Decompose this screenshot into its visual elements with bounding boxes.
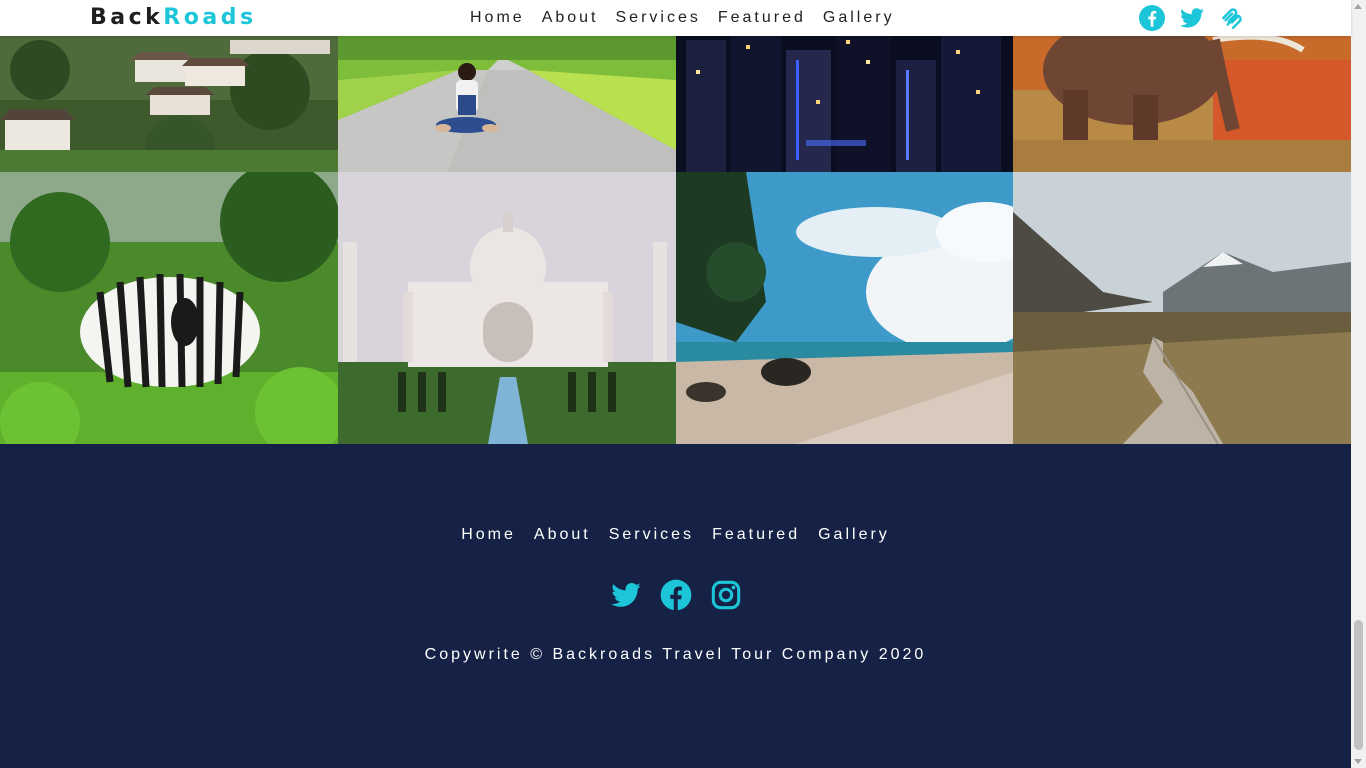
scrollbar-thumb[interactable]: [1354, 620, 1363, 750]
gallery-tile-mountain-boardwalk[interactable]: [1013, 172, 1351, 444]
brand-part2: Roads: [163, 5, 257, 30]
gallery-tile-beach[interactable]: [676, 172, 1013, 444]
twitter-icon[interactable]: [610, 579, 642, 613]
twitter-icon[interactable]: [1179, 5, 1205, 31]
footer-link-services[interactable]: Services: [609, 526, 694, 550]
gallery: [0, 0, 1351, 444]
scroll-up-arrow-icon[interactable]: [1354, 4, 1362, 9]
nav-link-about[interactable]: About: [542, 9, 599, 27]
nav-link-services[interactable]: Services: [616, 9, 701, 27]
brand-logo[interactable]: BackRoads: [90, 4, 257, 32]
navbar: BackRoads Home About Services Featured G…: [0, 0, 1351, 36]
nav-link-featured[interactable]: Featured: [718, 9, 806, 27]
instagram-icon[interactable]: [710, 579, 742, 613]
nav-links: Home About Services Featured Gallery: [470, 0, 895, 36]
footer: Home About Services Featured Gallery Cop…: [0, 444, 1351, 768]
nav-link-gallery[interactable]: Gallery: [823, 9, 895, 27]
squarespace-icon[interactable]: [1219, 5, 1245, 31]
footer-links: Home About Services Featured Gallery: [0, 526, 1351, 550]
nav-link-home[interactable]: Home: [470, 9, 525, 27]
facebook-icon[interactable]: [660, 579, 692, 613]
gallery-tile-taj-mahal[interactable]: [338, 172, 676, 444]
footer-link-about[interactable]: About: [534, 526, 591, 550]
footer-link-home[interactable]: Home: [461, 526, 516, 550]
brand-part1: Back: [90, 5, 164, 30]
footer-link-gallery[interactable]: Gallery: [818, 526, 890, 550]
copyright-text: Copywrite © Backroads Travel Tour Compan…: [424, 646, 927, 663]
footer-social-icons: [0, 579, 1351, 613]
scroll-down-arrow-icon[interactable]: [1354, 759, 1362, 764]
page-scrollbar[interactable]: [1351, 0, 1366, 768]
facebook-icon[interactable]: [1139, 5, 1165, 31]
gallery-tile-zebras[interactable]: [0, 172, 338, 444]
footer-link-featured[interactable]: Featured: [712, 526, 800, 550]
nav-social-icons: [1139, 5, 1245, 31]
